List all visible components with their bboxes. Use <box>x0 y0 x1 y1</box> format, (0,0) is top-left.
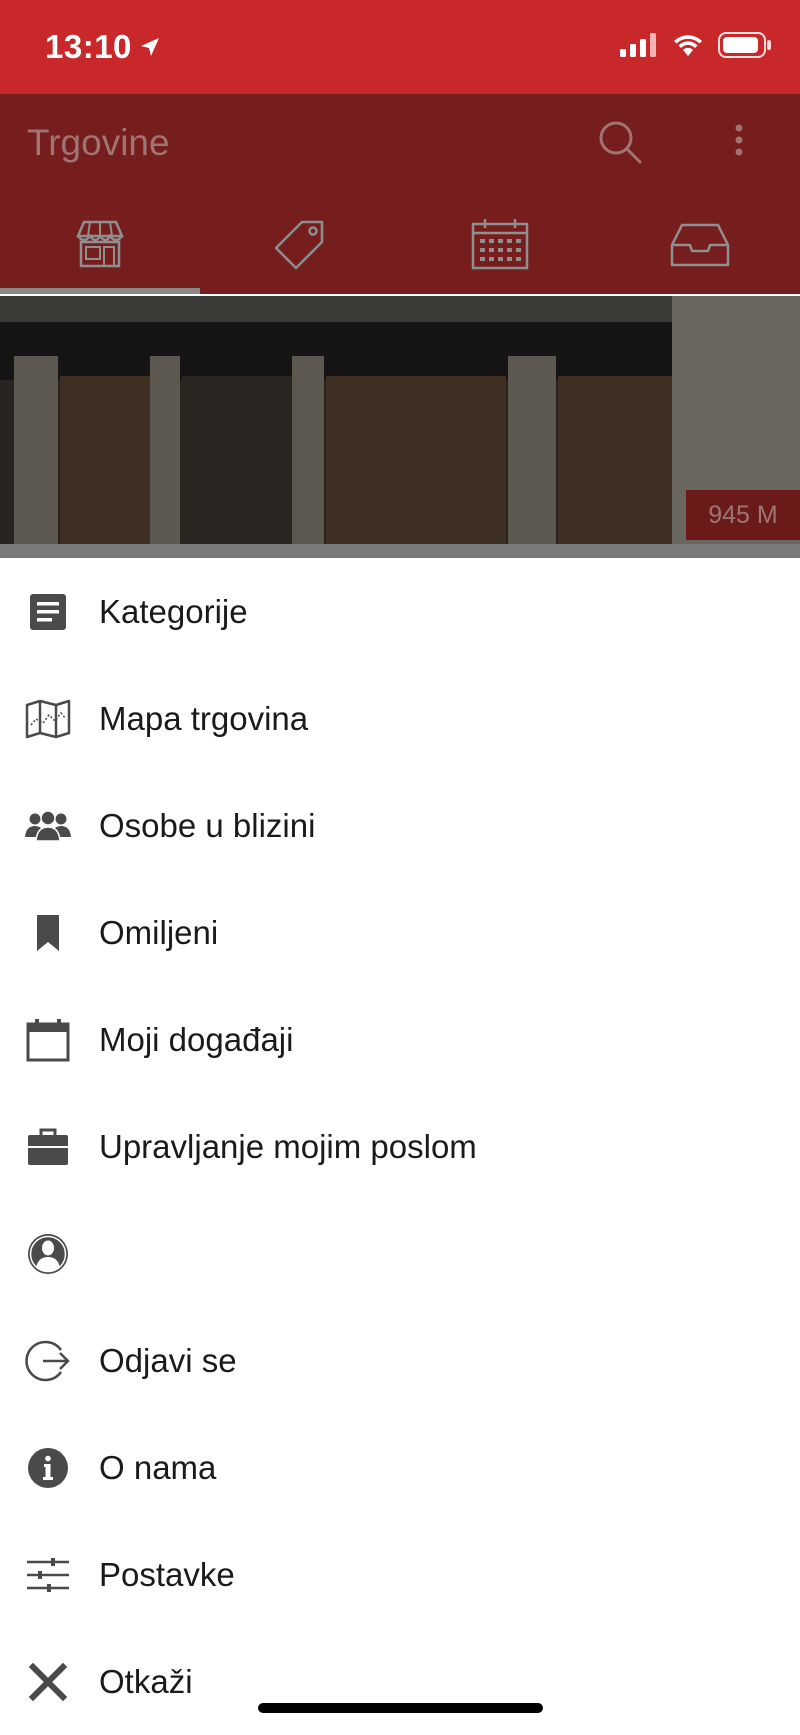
people-icon <box>24 802 72 850</box>
tab-inbox[interactable] <box>600 202 800 294</box>
page-title: Trgovine <box>27 122 170 163</box>
menu-item-odjavi-se[interactable]: Odjavi se <box>0 1307 800 1414</box>
settings-sliders-icon <box>24 1551 72 1599</box>
menu-item-mapa-trgovina[interactable]: Mapa trgovina <box>0 665 800 772</box>
inbox-icon <box>670 223 730 267</box>
store-image-pillar <box>150 356 180 544</box>
menu-item-label: Kategorije <box>99 592 248 630</box>
menu-item-label: Moji događaji <box>99 1020 294 1058</box>
menu-item-label: Omiljeni <box>99 913 219 951</box>
cellular-signal-icon <box>620 33 656 57</box>
document-icon <box>24 588 72 636</box>
home-indicator[interactable] <box>258 1703 543 1713</box>
info-icon <box>24 1444 72 1492</box>
store-card[interactable]: 945 M <box>0 296 800 544</box>
map-icon <box>24 695 72 743</box>
menu-item-kategorije[interactable]: Kategorije <box>0 558 800 665</box>
menu-item-o-nama[interactable]: O nama <box>0 1414 800 1521</box>
store-image-pillar <box>508 356 556 544</box>
app-bar: Trgovine <box>0 94 800 294</box>
menu-item-label: Postavke <box>99 1555 235 1593</box>
logout-icon <box>24 1337 72 1385</box>
tab-offers[interactable] <box>200 202 400 294</box>
status-bar: 13:10 <box>0 0 800 94</box>
close-icon <box>24 1658 72 1706</box>
menu-item-postavke[interactable]: Postavke <box>0 1521 800 1628</box>
store-image-pillar <box>14 356 58 544</box>
menu-item-label: Mapa trgovina <box>99 699 309 737</box>
tab-stores[interactable] <box>0 202 200 294</box>
tab-events[interactable] <box>400 202 600 294</box>
menu-item-moji-dogadaji[interactable]: Moji događaji <box>0 986 800 1093</box>
location-arrow-icon <box>140 38 159 56</box>
store-image-shutter <box>60 376 150 544</box>
menu-item-profile[interactable] <box>0 1200 800 1307</box>
store-image-shutter <box>326 376 506 544</box>
wifi-icon <box>674 35 702 56</box>
menu-item-label: Otkaži <box>99 1662 193 1700</box>
tab-bar <box>0 202 800 294</box>
status-indicators <box>620 32 772 58</box>
menu-item-upravljanje-mojim-poslom[interactable]: Upravljanje mojim poslom <box>0 1093 800 1200</box>
briefcase-icon <box>24 1123 72 1171</box>
menu-item-omiljeni[interactable]: Omiljeni <box>0 879 800 986</box>
battery-icon <box>718 32 771 58</box>
store-image-shutter <box>558 376 672 544</box>
menu-item-label: Upravljanje mojim poslom <box>99 1127 477 1165</box>
store-image-doorway <box>182 376 292 544</box>
user-avatar-icon <box>24 1230 72 1278</box>
tag-icon <box>274 220 324 270</box>
menu-item-osobe-u-blizini[interactable]: Osobe u blizini <box>0 772 800 879</box>
status-time: 13:10 <box>45 28 162 66</box>
store-icon <box>76 220 124 268</box>
calendar-icon <box>471 219 529 270</box>
search-button[interactable] <box>596 118 644 166</box>
menu-item-otkazi[interactable]: Otkaži <box>0 1628 800 1735</box>
action-sheet-menu: Kategorije Mapa trgovina Osobe u blizini <box>0 558 800 1732</box>
bookmark-icon <box>24 909 72 957</box>
menu-item-label: Osobe u blizini <box>99 806 316 844</box>
status-time-text: 13:10 <box>45 28 132 65</box>
store-image-pillar <box>292 356 324 544</box>
search-icon <box>599 121 642 164</box>
selected-tab-indicator <box>0 288 200 294</box>
menu-item-label: O nama <box>99 1448 217 1486</box>
card-divider <box>0 544 800 558</box>
calendar-icon <box>24 1016 72 1064</box>
more-options-button[interactable] <box>724 118 754 166</box>
distance-badge: 945 M <box>686 490 800 540</box>
more-vertical-icon <box>735 124 743 156</box>
menu-item-label: Odjavi se <box>99 1341 237 1379</box>
